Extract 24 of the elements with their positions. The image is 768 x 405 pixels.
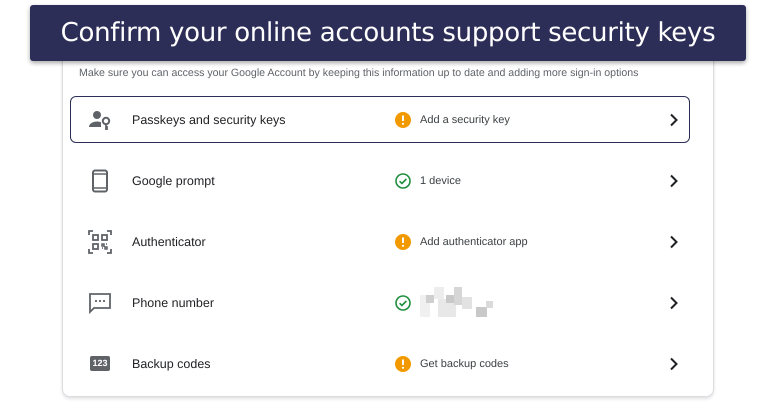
message-icon [88,290,112,314]
settings-row[interactable]: 123 Backup codes Get backup codes [70,340,690,387]
chevron-right-icon [669,112,679,126]
settings-row[interactable]: Authenticator Add authenticator app [70,218,690,265]
intro-text: Make sure you can access your Google Account by keeping this information up to date and adding more sign-in options [78,66,640,81]
chevron-right-icon [669,174,679,188]
chevron-right-icon [669,234,679,248]
banner-title: Confirm your online accounts support security keys [60,18,716,48]
code-icon: 123 [90,356,110,371]
settings-row[interactable]: Phone number [70,279,690,326]
status-text: Get backup codes [420,358,509,370]
status-text: Add a security key [420,114,510,126]
row-label: Phone number [132,296,216,310]
row-label: Authenticator [132,234,207,248]
status-text: 1 device [420,174,461,186]
row-label: Passkeys and security keys [132,112,287,126]
chevron-right-icon [669,356,679,370]
status-text: Add authenticator app [420,236,528,248]
qr-code-icon [88,230,112,254]
chevron-right-icon [669,296,679,310]
row-label: Google prompt [132,174,216,188]
row-label: Backup codes [132,356,212,370]
settings-row[interactable]: Google prompt 1 device [70,157,690,204]
settings-row[interactable]: Passkeys and security keys Add a security key [70,96,690,143]
